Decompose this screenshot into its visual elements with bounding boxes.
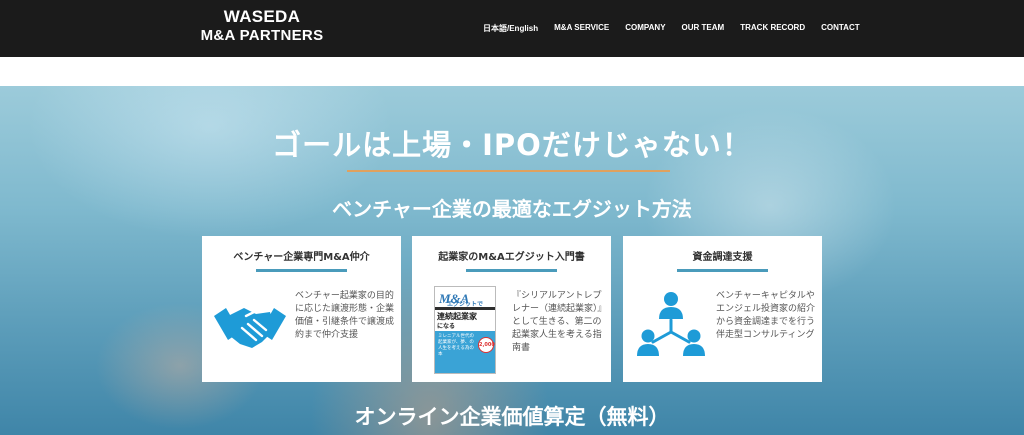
site-header: WASEDA M&A PARTNERS 日本語/English M&A SERV… [0,0,1024,57]
book-cover-title-2: になる [437,323,456,330]
card-title: ベンチャー企業専門M&A仲介 [233,252,370,263]
handshake-icon [214,308,286,348]
network-people-icon [637,292,705,356]
valuation-section-title: オンライン企業価値算定（無料） [354,405,670,429]
card-description: ベンチャーキャピタルやエンジェル投資家の紹介から資金調達までを行う伴走型コンサル… [716,291,816,341]
card-title: 起業家のM&Aエグジット入門書 [438,252,585,263]
headline-divider [347,170,670,172]
nav-our-team[interactable]: OUR TEAM [682,23,725,34]
service-card-ma[interactable]: ベンチャー企業専門M&A仲介 ベンチャー起業家の目的に応じた譲渡形態・企業価値・… [202,236,401,382]
card-title-underline [677,269,768,272]
nav-contact[interactable]: CONTACT [821,23,860,34]
book-cover-bottom: ミレニアル世代の起業家が、夢、の人生を考える為の本 2,000 [435,331,495,373]
card-title: 資金調達支援 [692,252,753,263]
nav-language[interactable]: 日本語/English [483,23,538,34]
hero-section: ゴールは上場・IPOだけじゃない！ ベンチャー企業の最適なエグジット方法 ベンチ… [0,86,1024,435]
card-title-underline [256,269,347,272]
nav-ma-service[interactable]: M&A SERVICE [554,23,609,34]
service-card-book[interactable]: 起業家のM&Aエグジット入門書 M&A エグジットで 連続起業家 になる ミレニ… [412,236,611,382]
card-title-underline [466,269,557,272]
book-cover-badge: 2,000 [478,337,495,353]
nav-track-record[interactable]: TRACK RECORD [740,23,805,34]
hero-subheadline: ベンチャー企業の最適なエグジット方法 [332,197,692,221]
service-card-funding[interactable]: 資金調達支援 ベンチャーキャピタルやエンジェル投資家の紹介から資金調達までを行う… [623,236,822,382]
nav-company[interactable]: COMPANY [625,23,665,34]
main-nav: 日本語/English M&A SERVICE COMPANY OUR TEAM… [483,23,876,34]
book-cover-stripe [435,307,495,310]
logo-line-2: M&A PARTNERS [200,27,324,44]
hero-headline: ゴールは上場・IPOだけじゃない！ [272,128,752,162]
book-cover-blurb: ミレニアル世代の起業家が、夢、の人生を考える為の本 [438,334,474,357]
site-logo[interactable]: WASEDA M&A PARTNERS [196,8,328,43]
card-description: ベンチャー起業家の目的に応じた譲渡形態・企業価値・引継条件で譲渡成約まで仲介支援 [295,291,395,341]
logo-line-1: WASEDA [223,7,301,26]
book-cover[interactable]: M&A エグジットで 連続起業家 になる ミレニアル世代の起業家が、夢、の人生を… [434,286,496,374]
card-description: 『シリアルアントレプレナー（連続起業家）』として生きる、第二の起業家人生を考える… [512,291,603,354]
header-spacer [0,57,1024,86]
